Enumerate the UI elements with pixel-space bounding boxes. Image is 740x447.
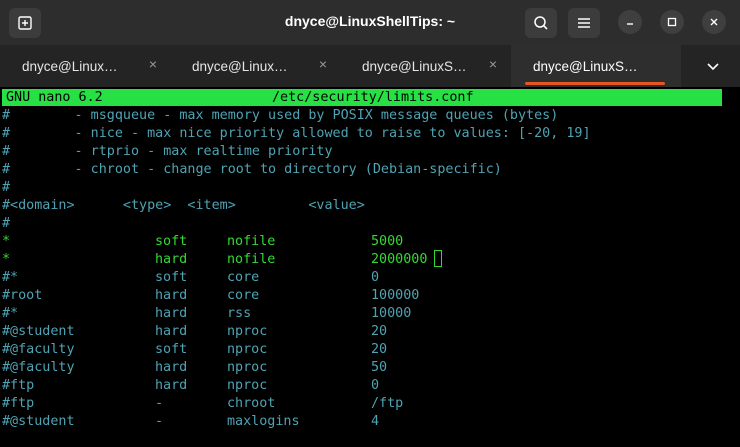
- new-tab-button[interactable]: [9, 8, 41, 38]
- tab-bar: dnyce@Linux… × dnyce@Linux… × dnyce@Linu…: [0, 45, 740, 87]
- entry-domain: *: [2, 252, 11, 267]
- terminal-area[interactable]: GNU nano 6.2 /etc/security/limits.conf #…: [0, 87, 740, 447]
- entry-item: maxlogins: [227, 414, 300, 429]
- comment-line: # - nice - max nice priority allowed to …: [2, 126, 591, 141]
- nano-filename: /etc/security/limits.conf: [272, 90, 474, 105]
- entry-item: nofile: [227, 252, 276, 267]
- comment-line: # - chroot - change root to directory (D…: [2, 162, 502, 177]
- entry-domain: #@faculty: [2, 342, 75, 357]
- entry-type: -: [155, 396, 164, 411]
- tab-label: dnyce@Linux…: [22, 59, 118, 74]
- close-window-button[interactable]: [702, 10, 726, 34]
- entry-value: 0: [371, 378, 380, 393]
- nano-version: GNU nano 6.2: [6, 90, 103, 105]
- entry-value: 5000: [371, 234, 404, 249]
- text-cursor: [434, 250, 442, 267]
- limits-entry-row: #@faculty hard nproc 50: [2, 359, 722, 377]
- entry-item: nofile: [227, 234, 276, 249]
- tab-1[interactable]: dnyce@Linux… ×: [0, 45, 170, 87]
- limits-entry-row: * soft nofile 5000: [2, 233, 722, 251]
- entry-item: nproc: [227, 360, 268, 375]
- entry-item: nproc: [227, 342, 268, 357]
- entry-domain: #ftp: [2, 396, 35, 411]
- column-header-line: #<domain> <type> <item> <value>: [2, 198, 365, 213]
- entry-type: soft: [155, 234, 188, 249]
- limits-entry-row: #@student hard nproc 20: [2, 323, 722, 341]
- entry-item: core: [227, 288, 260, 303]
- entry-domain: #*: [2, 306, 19, 321]
- minimize-button[interactable]: [618, 10, 642, 34]
- limits-entry-row: #* hard rss 10000: [2, 305, 722, 323]
- limits-entry-row: #@student - maxlogins 4: [2, 413, 722, 431]
- comment-line: # - rtprio - max realtime priority: [2, 144, 333, 159]
- tab-close-icon[interactable]: ×: [145, 56, 161, 72]
- comment-line: #: [2, 216, 11, 231]
- tab-4-active[interactable]: dnyce@LinuxS…: [511, 45, 681, 87]
- entry-value: /ftp: [371, 396, 404, 411]
- limits-entry-row: #@faculty soft nproc 20: [2, 341, 722, 359]
- search-button[interactable]: [525, 8, 557, 38]
- entry-item: chroot: [227, 396, 276, 411]
- limits-entry-row: #ftp hard nproc 0: [2, 377, 722, 395]
- tab-label: dnyce@Linux…: [192, 59, 288, 74]
- entry-type: hard: [155, 306, 188, 321]
- entry-type: hard: [155, 378, 188, 393]
- comment-line: # - msgqueue - max memory used by POSIX …: [2, 108, 559, 123]
- limits-entry-row: #* soft core 0: [2, 269, 722, 287]
- entry-domain: #@student: [2, 324, 75, 339]
- entry-item: nproc: [227, 324, 268, 339]
- entry-value: 50: [371, 360, 388, 375]
- limits-entry-row: * hard nofile 2000000: [2, 250, 722, 269]
- tab-2[interactable]: dnyce@Linux… ×: [170, 45, 340, 87]
- entry-domain: #@student: [2, 414, 75, 429]
- entry-value: 100000: [371, 288, 420, 303]
- entry-domain: #@faculty: [2, 360, 75, 375]
- entry-type: hard: [155, 360, 188, 375]
- title-bar: dnyce@LinuxShellTips: ~: [0, 0, 740, 45]
- entry-domain: #ftp: [2, 378, 35, 393]
- active-tab-indicator: [525, 82, 665, 85]
- search-icon: [534, 16, 548, 30]
- entry-type: soft: [155, 342, 188, 357]
- entry-item: rss: [227, 306, 252, 321]
- tab-overflow-button[interactable]: [700, 57, 726, 77]
- nano-header-bar: GNU nano 6.2 /etc/security/limits.conf: [2, 89, 722, 106]
- entry-domain: *: [2, 234, 11, 249]
- limits-entry-row: #ftp - chroot/ftp: [2, 395, 722, 413]
- chevron-down-icon: [707, 63, 719, 71]
- entry-value: 0: [371, 270, 380, 285]
- minimize-icon: [627, 23, 633, 25]
- close-icon: [710, 18, 718, 26]
- entry-type: hard: [155, 288, 188, 303]
- entry-value: 20: [371, 324, 388, 339]
- tab-label: dnyce@LinuxS…: [533, 59, 638, 74]
- entry-item: core: [227, 270, 260, 285]
- tab-close-icon[interactable]: ×: [315, 56, 331, 72]
- entry-value: 2000000: [371, 252, 428, 267]
- entry-type: hard: [155, 324, 188, 339]
- maximize-icon: [667, 17, 677, 27]
- entry-type: soft: [155, 270, 188, 285]
- entry-domain: #root: [2, 288, 43, 303]
- menu-button[interactable]: [568, 8, 600, 38]
- comment-line: #: [2, 180, 11, 195]
- entry-value: 20: [371, 342, 388, 357]
- entry-value: 4: [371, 414, 380, 429]
- entry-domain: #*: [2, 270, 19, 285]
- tab-3[interactable]: dnyce@LinuxS… ×: [340, 45, 510, 87]
- new-tab-icon: [18, 16, 32, 30]
- entry-item: nproc: [227, 378, 268, 393]
- limits-entry-row: #root hard core 100000: [2, 287, 722, 305]
- tab-label: dnyce@LinuxS…: [362, 59, 467, 74]
- entry-value: 10000: [371, 306, 412, 321]
- hamburger-icon: [578, 18, 590, 28]
- tab-close-icon[interactable]: ×: [485, 56, 501, 72]
- maximize-button[interactable]: [660, 10, 684, 34]
- scrollbar[interactable]: [728, 87, 740, 447]
- entry-type: hard: [155, 252, 188, 267]
- entry-type: -: [155, 414, 164, 429]
